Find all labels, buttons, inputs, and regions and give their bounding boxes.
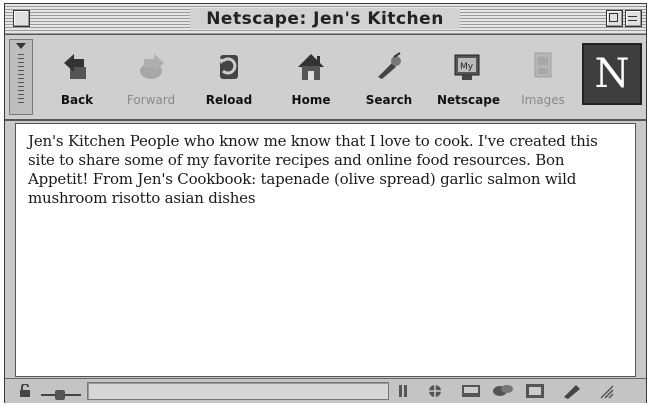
- netscape-logo[interactable]: N: [582, 43, 642, 105]
- forward-label: Forward: [126, 93, 176, 107]
- back-button[interactable]: Back: [47, 43, 107, 109]
- title-bar[interactable]: Netscape: Jen's Kitchen: [5, 4, 646, 35]
- connection-indicator-icon: [41, 385, 81, 400]
- images-button[interactable]: Images: [513, 43, 573, 109]
- resize-grip-icon: [393, 382, 417, 400]
- collapse-box[interactable]: [625, 10, 642, 27]
- status-text-field: [87, 382, 389, 400]
- home-label: Home: [291, 93, 331, 107]
- search-icon: [372, 49, 406, 83]
- navigator-component-icon[interactable]: [423, 382, 447, 400]
- home-button[interactable]: Home: [281, 43, 341, 109]
- window-resize-icon[interactable]: [593, 382, 617, 400]
- edit-pen-icon[interactable]: [561, 382, 585, 400]
- forward-icon: [134, 49, 168, 83]
- netscape-icon: My: [450, 49, 484, 83]
- back-label: Back: [60, 93, 94, 107]
- mail-component-icon[interactable]: [459, 382, 483, 400]
- svg-text:My: My: [460, 62, 474, 72]
- security-lock-icon[interactable]: [19, 383, 35, 397]
- composer-component-icon[interactable]: [523, 382, 547, 400]
- discussion-component-icon[interactable]: [491, 382, 515, 400]
- reload-icon: [212, 49, 246, 83]
- window-title: Netscape: Jen's Kitchen: [206, 8, 444, 29]
- page-body-text: Jen's Kitchen People who know me know th…: [28, 132, 598, 207]
- netscape-label: Netscape: [437, 93, 500, 107]
- forward-button[interactable]: Forward: [121, 43, 181, 109]
- page-content[interactable]: Jen's Kitchen People who know me know th…: [15, 123, 636, 377]
- browser-window: Netscape: Jen's Kitchen Back Forward Rel…: [4, 3, 647, 403]
- reload-label: Reload: [205, 93, 253, 107]
- zoom-box[interactable]: [606, 10, 623, 27]
- home-icon: [294, 49, 328, 83]
- back-icon: [60, 49, 94, 83]
- title-box: Netscape: Jen's Kitchen: [190, 8, 460, 29]
- search-label: Search: [365, 93, 413, 107]
- images-icon: [526, 49, 560, 83]
- images-label: Images: [521, 93, 565, 107]
- netscape-button[interactable]: My Netscape: [437, 43, 500, 109]
- grip-dots-icon: [18, 54, 24, 106]
- close-box[interactable]: [13, 10, 30, 27]
- toolbar-collapse-arrow-icon: [16, 43, 26, 49]
- toolbar-collapse-tab[interactable]: [9, 39, 33, 115]
- search-button[interactable]: Search: [359, 43, 419, 109]
- navigation-toolbar: Back Forward Reload Home Search My Netsc…: [5, 35, 646, 121]
- netscape-logo-letter: N: [594, 51, 630, 97]
- reload-button[interactable]: Reload: [199, 43, 259, 109]
- status-bar: [5, 378, 646, 403]
